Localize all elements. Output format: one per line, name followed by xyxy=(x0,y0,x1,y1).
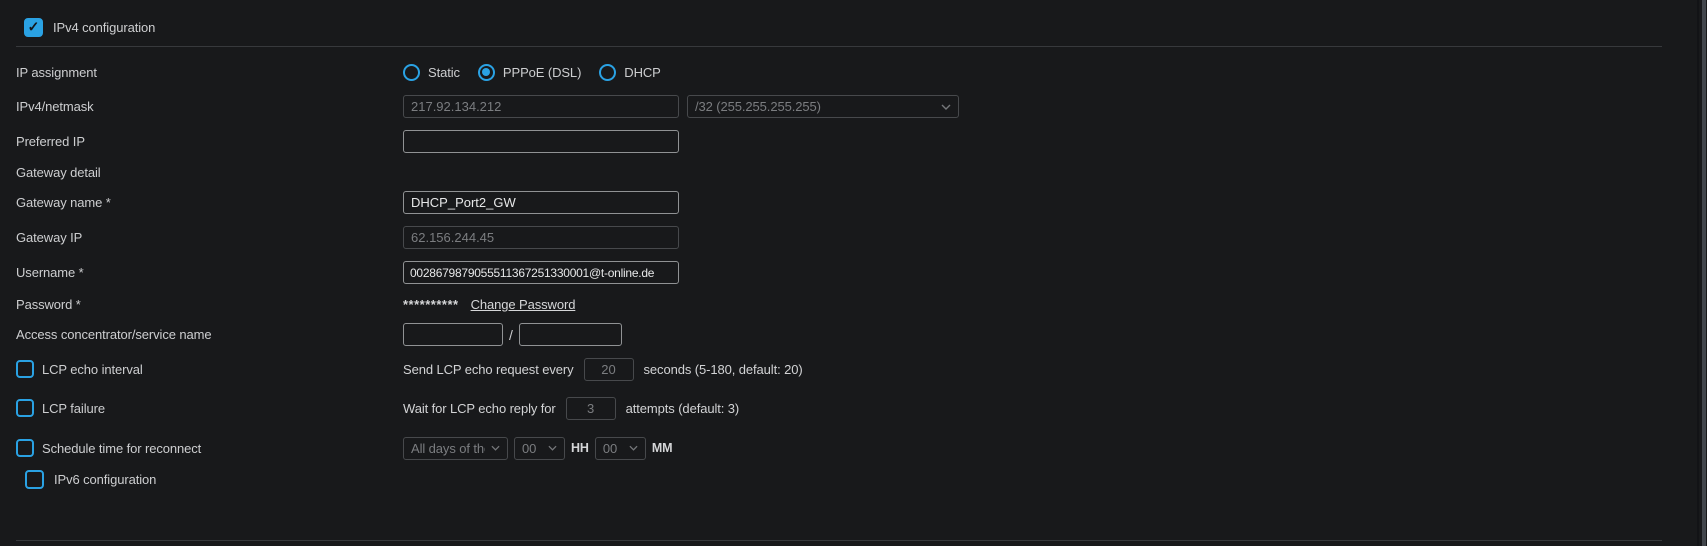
checkmark-icon: ✓ xyxy=(28,20,40,34)
chevron-down-icon xyxy=(629,445,638,451)
netmask-select: /32 (255.255.255.255) xyxy=(687,95,959,118)
password-row: Password * ********** Change Password xyxy=(0,296,1690,313)
gateway-ip-input xyxy=(403,226,679,249)
radio-label-static[interactable]: Static xyxy=(428,65,460,80)
lcp-failure-checkbox[interactable]: ✓ xyxy=(16,399,34,417)
preferred-ip-row: Preferred IP xyxy=(0,130,1690,153)
ipv4-netmask-label: IPv4/netmask xyxy=(16,99,94,114)
service-name-input[interactable] xyxy=(519,323,622,346)
schedule-reconnect-label[interactable]: Schedule time for reconnect xyxy=(42,441,201,456)
top-divider xyxy=(16,46,1662,47)
radio-label-dhcp[interactable]: DHCP xyxy=(624,65,660,80)
radio-option-pppoe[interactable]: PPPoE (DSL) xyxy=(478,64,581,81)
lcp-echo-suffix-text: seconds (5-180, default: 20) xyxy=(644,362,803,377)
schedule-minute-select: 00 xyxy=(595,437,646,460)
access-concentrator-input[interactable] xyxy=(403,323,503,346)
preferred-ip-input[interactable] xyxy=(403,130,679,153)
bottom-divider xyxy=(16,540,1662,541)
ip-assignment-label: IP assignment xyxy=(16,65,97,80)
hh-unit-label: HH xyxy=(571,441,589,455)
lcp-echo-prefix-text: Send LCP echo request every xyxy=(403,362,574,377)
ipv4-configuration-label[interactable]: IPv4 configuration xyxy=(53,20,155,35)
radio-icon[interactable] xyxy=(478,64,495,81)
gateway-name-row: Gateway name * xyxy=(0,191,1690,214)
access-concentrator-row: Access concentrator/service name / xyxy=(0,323,1690,346)
chevron-down-icon xyxy=(548,445,557,451)
lcp-echo-interval-checkbox[interactable]: ✓ xyxy=(16,360,34,378)
access-concentrator-label: Access concentrator/service name xyxy=(16,327,212,342)
vertical-scrollbar[interactable] xyxy=(1697,0,1707,546)
mm-unit-label: MM xyxy=(652,441,673,455)
gateway-detail-label: Gateway detail xyxy=(16,165,101,180)
preferred-ip-label: Preferred IP xyxy=(16,134,85,149)
lcp-failure-attempts-input xyxy=(566,397,616,420)
chevron-down-icon xyxy=(941,104,951,110)
radio-label-pppoe[interactable]: PPPoE (DSL) xyxy=(503,65,581,80)
masked-password-text: ********** xyxy=(403,297,459,312)
lcp-echo-interval-label[interactable]: LCP echo interval xyxy=(42,362,143,377)
lcp-echo-seconds-input xyxy=(584,358,634,381)
separator-slash: / xyxy=(509,327,513,343)
lcp-failure-label[interactable]: LCP failure xyxy=(42,401,105,416)
radio-icon[interactable] xyxy=(403,64,420,81)
username-label: Username * xyxy=(16,265,84,280)
lcp-failure-row: ✓ LCP failure Wait for LCP echo reply fo… xyxy=(0,396,1690,420)
ipv6-configuration-label[interactable]: IPv6 configuration xyxy=(54,472,156,487)
username-row: Username * xyxy=(0,261,1690,284)
password-label: Password * xyxy=(16,297,81,312)
radio-icon[interactable] xyxy=(599,64,616,81)
scrollbar-thumb[interactable] xyxy=(1702,0,1706,546)
gateway-name-label: Gateway name * xyxy=(16,195,111,210)
schedule-day-select: All days of the w xyxy=(403,437,508,460)
gateway-name-input[interactable] xyxy=(403,191,679,214)
ipv4-configuration-checkbox[interactable]: ✓ xyxy=(24,18,43,37)
username-input[interactable] xyxy=(403,261,679,284)
radio-option-dhcp[interactable]: DHCP xyxy=(599,64,660,81)
chevron-down-icon xyxy=(491,445,500,451)
schedule-reconnect-row: ✓ Schedule time for reconnect All days o… xyxy=(0,436,1690,460)
lcp-echo-interval-row: ✓ LCP echo interval Send LCP echo reques… xyxy=(0,357,1690,381)
ipv6-configuration-checkbox[interactable]: ✓ xyxy=(25,470,44,489)
schedule-reconnect-checkbox[interactable]: ✓ xyxy=(16,439,34,457)
ipv4-netmask-row: IPv4/netmask /32 (255.255.255.255) xyxy=(0,95,1690,118)
ipv4-configuration-row: ✓ IPv4 configuration xyxy=(0,17,1690,37)
gateway-ip-label: Gateway IP xyxy=(16,230,82,245)
lcp-failure-prefix-text: Wait for LCP echo reply for xyxy=(403,401,556,416)
lcp-failure-suffix-text: attempts (default: 3) xyxy=(626,401,740,416)
ipv4-address-input xyxy=(403,95,679,118)
radio-option-static[interactable]: Static xyxy=(403,64,460,81)
change-password-link[interactable]: Change Password xyxy=(471,297,576,312)
gateway-ip-row: Gateway IP xyxy=(0,226,1690,249)
pppoe-interface-config-panel: ✓ IPv4 configuration IP assignment Stati… xyxy=(0,0,1707,546)
schedule-hour-select: 00 xyxy=(514,437,565,460)
ip-assignment-row: IP assignment Static PPPoE (DSL) DHCP xyxy=(0,62,1690,82)
ipv6-configuration-row: ✓ IPv6 configuration xyxy=(0,469,1690,489)
gateway-detail-row: Gateway detail xyxy=(0,164,1690,180)
